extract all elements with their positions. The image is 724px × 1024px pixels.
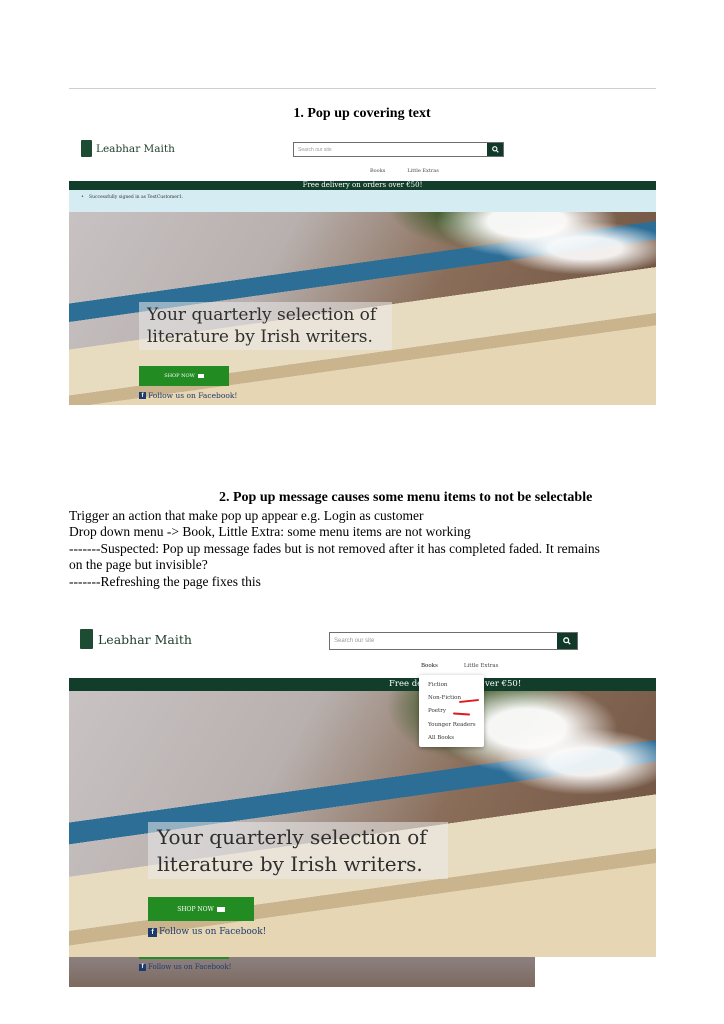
nav-little-extras[interactable]: Little Extras bbox=[407, 168, 439, 174]
note-line-4: on the page but invisible? bbox=[69, 557, 208, 572]
facebook-link[interactable]: f Follow us on Facebook! bbox=[139, 391, 237, 400]
brand-logo[interactable]: Leabhar Maith bbox=[81, 140, 175, 157]
note-line-2: Drop down menu -> Book, Little Extra: so… bbox=[69, 524, 471, 539]
nav-books[interactable]: Books bbox=[421, 663, 438, 669]
facebook-link[interactable]: f Follow us on Facebook! bbox=[148, 927, 266, 937]
book-logo-icon bbox=[81, 140, 92, 157]
brand-name: Leabhar Maith bbox=[98, 631, 192, 647]
facebook-label: Follow us on Facebook! bbox=[159, 927, 267, 937]
section2-heading: 2. Pop up message causes some menu items… bbox=[219, 490, 593, 505]
note-line-5: -------Refreshing the page fixes this bbox=[69, 574, 261, 589]
hero-tagline: Your quarterly selection of literature b… bbox=[139, 302, 392, 350]
facebook-label-repeat: Follow us on Facebook! bbox=[148, 963, 232, 971]
shop-now-label: SHOP NOW bbox=[164, 373, 195, 379]
delivery-banner: Free de ver €50! bbox=[69, 678, 656, 691]
hero-tagline: Your quarterly selection of literature b… bbox=[148, 822, 448, 879]
screenshot-2: Leabhar Maith Search our site Books Litt… bbox=[69, 620, 656, 987]
tagline-line-1: Your quarterly selection of bbox=[157, 825, 427, 849]
success-alert: • Successfully signed in as TestCustomer… bbox=[69, 190, 656, 212]
facebook-label: Follow us on Facebook! bbox=[148, 391, 238, 400]
alert-message: Successfully signed in as TestCustomer1. bbox=[89, 195, 184, 200]
alert-bullet: • bbox=[81, 194, 84, 200]
brand-name: Leabhar Maith bbox=[96, 142, 175, 155]
search-input[interactable]: Search our site bbox=[330, 633, 557, 649]
search-bar[interactable]: Search our site bbox=[329, 632, 578, 650]
banner-text-left: Free de bbox=[389, 679, 423, 689]
search-input[interactable]: Search our site bbox=[294, 143, 487, 156]
dropdown-item-younger-readers[interactable]: Younger Readers bbox=[428, 719, 484, 732]
brand-logo[interactable]: Leabhar Maith bbox=[80, 629, 192, 649]
search-bar[interactable]: Search our site bbox=[293, 142, 504, 157]
section1-heading: 1. Pop up covering text bbox=[293, 106, 431, 121]
shop-now-label: SHOP NOW bbox=[177, 905, 214, 913]
tagline-line-2: literature by Irish writers. bbox=[157, 852, 423, 876]
search-button[interactable] bbox=[557, 633, 577, 649]
main-nav: Books Little Extras bbox=[421, 663, 498, 669]
card-icon bbox=[197, 374, 204, 378]
delivery-banner: Free delivery on orders over €50! bbox=[69, 181, 656, 190]
hero: Free de ver €50! Your quarterly selectio… bbox=[69, 678, 656, 957]
tagline-line-1: Your quarterly selection of bbox=[147, 305, 377, 325]
facebook-link-repeat[interactable]: f Follow us on Facebook! bbox=[139, 963, 231, 971]
main-nav: Books Little Extras bbox=[370, 168, 439, 174]
facebook-icon: f bbox=[139, 392, 146, 399]
search-button[interactable] bbox=[487, 143, 503, 156]
dropdown-item-all-books[interactable]: All Books bbox=[428, 732, 484, 745]
note-line-3: -------Suspected: Pop up message fades b… bbox=[69, 541, 600, 556]
search-icon bbox=[563, 637, 571, 645]
banner-text-right: ver €50! bbox=[485, 679, 522, 689]
nav-books[interactable]: Books bbox=[370, 168, 385, 174]
dropdown-item-fiction[interactable]: Fiction bbox=[428, 679, 484, 692]
hero: Free delivery on orders over €50! • Succ… bbox=[69, 181, 656, 405]
shop-now-button[interactable]: SHOP NOW bbox=[148, 897, 254, 921]
facebook-icon: f bbox=[139, 963, 146, 971]
nav-little-extras[interactable]: Little Extras bbox=[464, 663, 499, 669]
strip-divider bbox=[139, 957, 229, 959]
card-icon bbox=[216, 906, 225, 912]
book-logo-icon bbox=[80, 629, 93, 649]
note-line-1: Trigger an action that make pop up appea… bbox=[69, 508, 424, 523]
shop-now-button[interactable]: SHOP NOW bbox=[139, 366, 229, 386]
repeated-hero-strip: f Follow us on Facebook! bbox=[69, 957, 535, 987]
tagline-line-2: literature by Irish writers. bbox=[147, 327, 373, 347]
facebook-icon: f bbox=[148, 927, 157, 937]
top-divider bbox=[69, 88, 656, 89]
books-dropdown-menu: Fiction Non-Fiction Poetry Younger Reade… bbox=[419, 675, 484, 747]
search-icon bbox=[491, 146, 499, 153]
screenshot-1: Leabhar Maith Search our site Books Litt… bbox=[69, 130, 656, 405]
